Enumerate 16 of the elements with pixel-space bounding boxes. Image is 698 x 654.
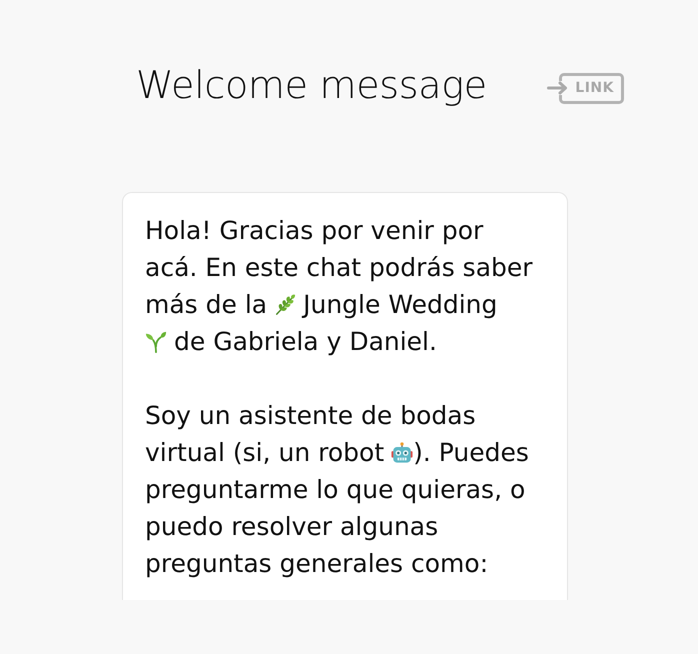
message-text: Jungle Wedding: [303, 290, 498, 319]
message-text: preguntas generales como:: [145, 549, 488, 578]
page-title: Welcome message: [136, 62, 487, 109]
message-text: de Gabriela y Daniel.: [174, 327, 437, 356]
link-button[interactable]: LINK: [547, 72, 624, 104]
message-text: Soy un asistente de bodas: [145, 401, 476, 430]
robot-icon: [391, 442, 414, 464]
seedling-icon: [145, 331, 167, 353]
message-text: más de la: [145, 290, 268, 319]
message-text: acá. En este chat podrás saber: [145, 253, 533, 282]
message-text: Hola! Gracias por venir por: [145, 216, 484, 245]
message-text: preguntarme lo que quieras, o: [145, 475, 526, 504]
message-text: ). Puedes: [413, 438, 529, 467]
herb-icon: [274, 294, 296, 316]
message-text: puedo resolver algunas: [145, 512, 438, 541]
message-text: virtual (si, un robot: [145, 438, 384, 467]
